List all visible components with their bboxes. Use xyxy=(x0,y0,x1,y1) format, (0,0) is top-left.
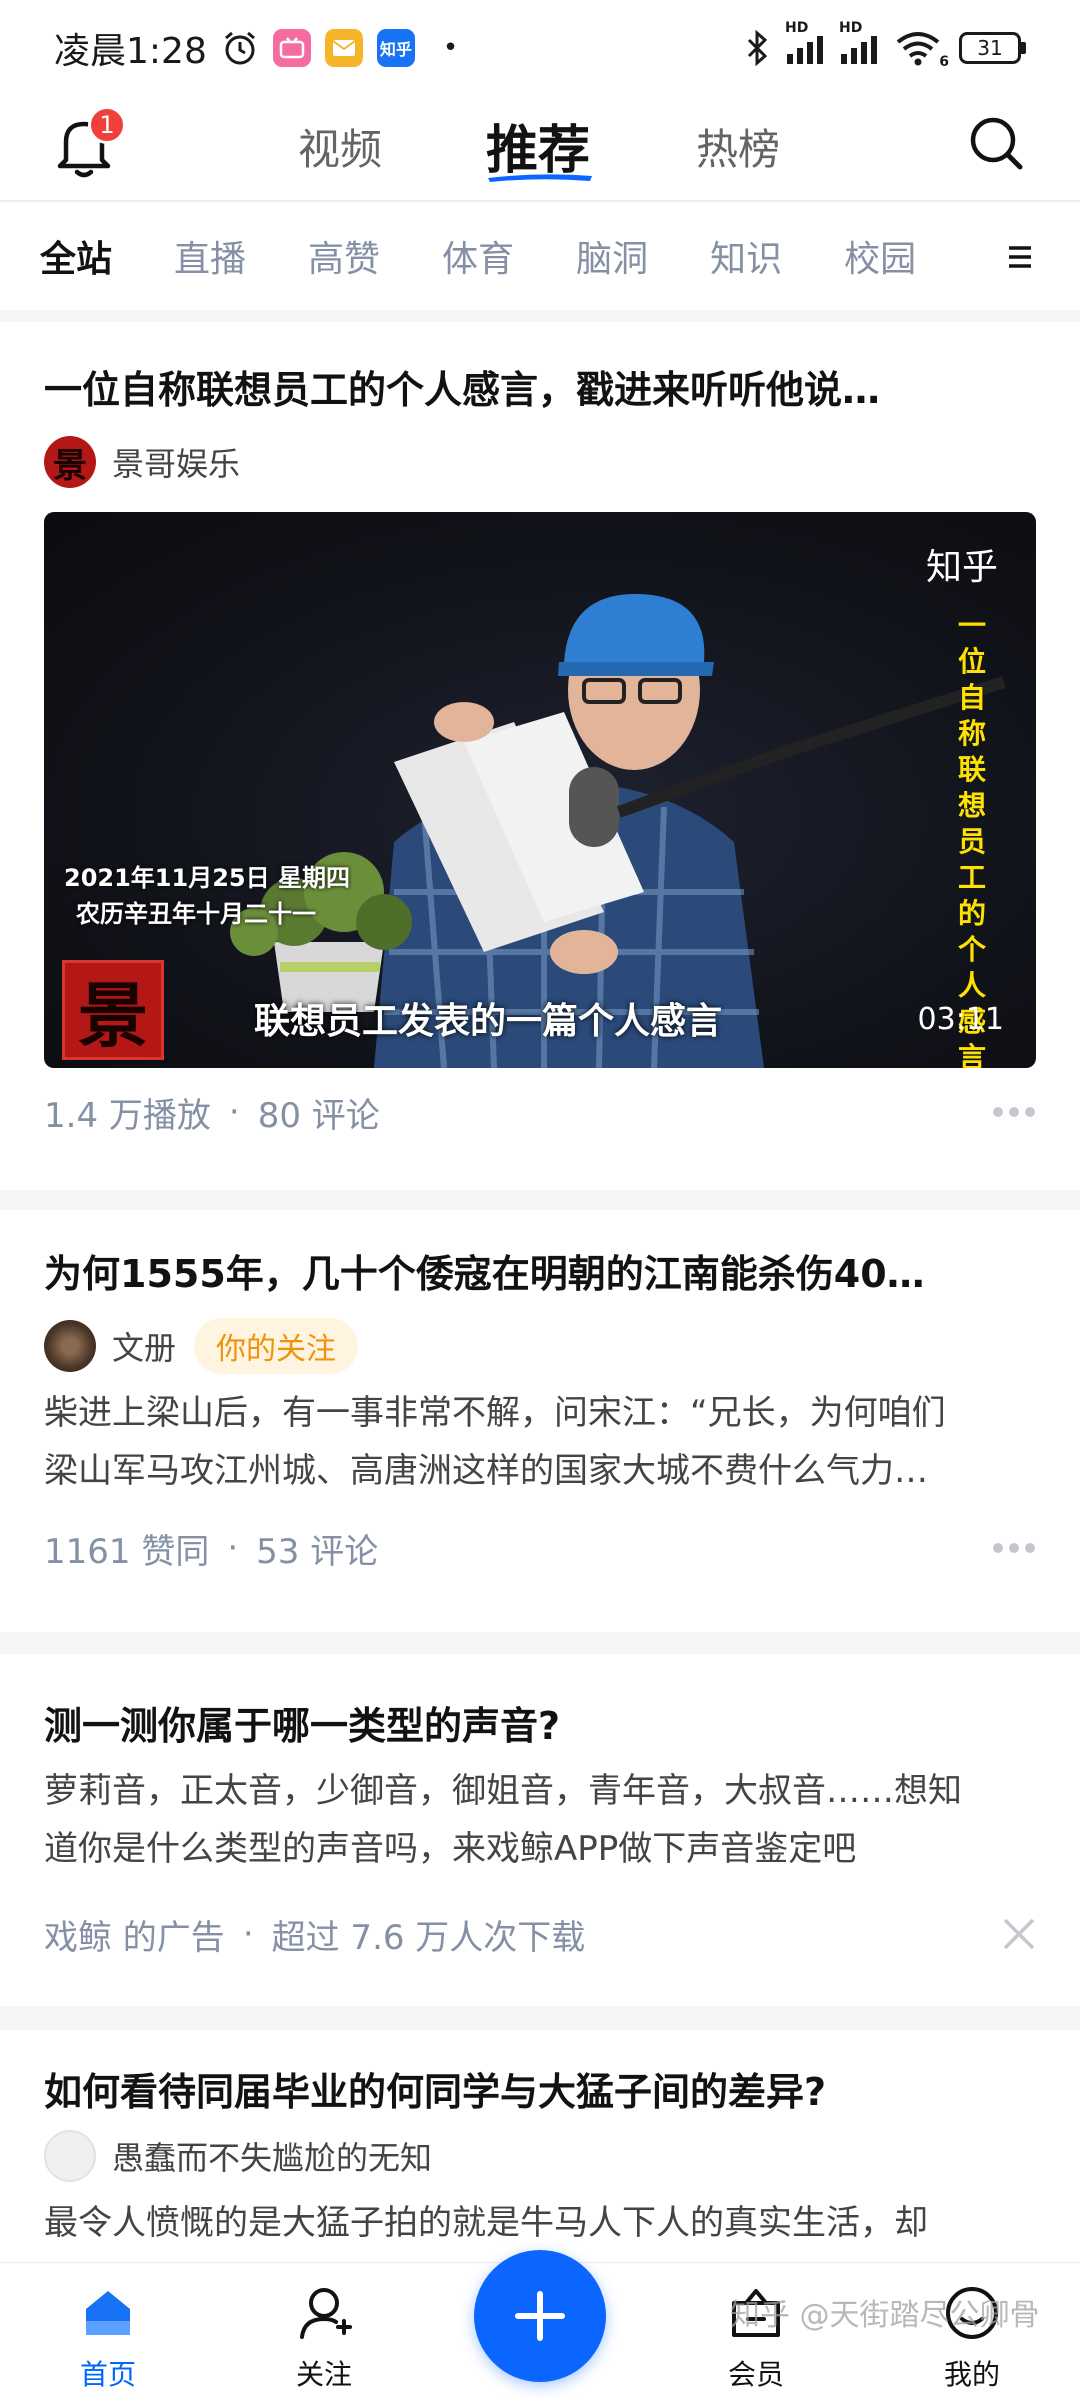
notification-badge: 1 xyxy=(88,106,126,144)
signal-icon-1: HD xyxy=(785,20,823,64)
status-bar: 凌晨1:28 知乎 • HD HD 6 31 xyxy=(0,0,1080,96)
category-tab-knowledge[interactable]: 知识 xyxy=(710,230,782,282)
following-person-icon xyxy=(300,2288,352,2339)
bilibili-icon xyxy=(272,29,311,67)
video-caption: 联想员工发表的一篇个人感言 xyxy=(254,1001,723,1042)
plus-icon xyxy=(515,2291,565,2341)
video-vertical-title: 一位自称联想员工的个人感言 xyxy=(957,609,986,1068)
video-thumbnail[interactable]: 知乎 一位自称联想员工的个人感言 2021年11月25日 星期四 农历辛丑年十月… xyxy=(44,512,1036,1068)
tab-video[interactable]: 视频 xyxy=(298,116,382,177)
card-meta: 1161 赞同 · 53 评论 xyxy=(44,1518,1036,1578)
feed-card-ad[interactable]: 测一测你属于哪一类型的声音? 萝莉音，正太音，少御音，御姐音，青年音，大叔音……… xyxy=(0,1654,1080,2006)
menu-icon xyxy=(1009,246,1031,268)
mail-app-icon xyxy=(324,29,363,67)
video-watermark: 知乎 xyxy=(925,547,998,588)
category-tab-campus[interactable]: 校园 xyxy=(844,230,916,282)
active-tab-underline xyxy=(488,174,592,182)
zhihu-home-screen: 凌晨1:28 知乎 • HD HD 6 31 1 视频 推荐 热榜 全站 直播 … xyxy=(0,0,1080,2400)
advertiser-label: 戏鲸 的广告 xyxy=(44,1917,225,1958)
like-count: 1161 赞同 xyxy=(44,1531,210,1572)
search-icon[interactable] xyxy=(966,112,1026,176)
ad-title[interactable]: 测一测你属于哪一类型的声音? xyxy=(44,1698,1036,1754)
wifi-icon: 6 xyxy=(895,30,949,70)
category-tab-all[interactable]: 全站 xyxy=(40,230,112,282)
card-title[interactable]: 为何1555年，几十个倭寇在明朝的江南能杀伤40… xyxy=(44,1246,1036,1302)
bottom-nav-following[interactable]: 关注 xyxy=(264,2281,384,2393)
more-options-icon[interactable] xyxy=(992,1542,1036,1554)
ad-description[interactable]: 萝莉音，正太音，少御音，御姐音，青年音，大叔音……想知 道你是什么类型的声音吗，… xyxy=(44,1762,1036,1878)
close-ad-icon[interactable] xyxy=(1002,1917,1036,1951)
video-date-overlay: 2021年11月25日 星期四 农历辛丑年十月二十一 xyxy=(64,864,350,928)
card-title[interactable]: 一位自称联想员工的个人感言，戳进来听听他说… xyxy=(44,362,1036,418)
card-author[interactable]: 景 景哥娱乐 xyxy=(44,434,1036,490)
zhihu-app-icon: 知乎 xyxy=(376,29,415,67)
ad-meta: 戏鲸 的广告 · 超过 7.6 万人次下载 xyxy=(44,1904,1036,1964)
card-excerpt[interactable]: 最令人愤慨的是大猛子拍的就是牛马人下人的真实生活，却 xyxy=(44,2194,1036,2252)
download-count: 超过 7.6 万人次下载 xyxy=(271,1917,586,1958)
card-excerpt[interactable]: 柴进上梁山后，有一事非常不解，问宋江：“兄长，为何咱们 梁山军马攻江州城、高唐洲… xyxy=(44,1384,1036,1500)
author-name[interactable]: 文册 xyxy=(112,1323,176,1369)
category-tab-live[interactable]: 直播 xyxy=(174,230,246,282)
card-author[interactable]: 愚蠢而不失尴尬的无知 xyxy=(44,2128,1036,2184)
battery-indicator: 31 xyxy=(959,32,1026,64)
view-count: 1.4 万播放 xyxy=(44,1095,211,1136)
video-duration: 03:11 xyxy=(917,1002,1004,1037)
image-watermark: 知乎 @天街踏尽公卿骨 xyxy=(730,2298,1040,2333)
signal-icon-2: HD xyxy=(839,20,877,64)
category-tabs: 全站 直播 高赞 体育 脑洞 知识 校园 xyxy=(0,200,1080,310)
bluetooth-icon xyxy=(747,30,768,66)
card-author[interactable]: 文册 你的关注 xyxy=(44,1318,1036,1374)
feed-card-article[interactable]: 为何1555年，几十个倭寇在明朝的江南能杀伤40… 文册 你的关注 柴进上梁山后… xyxy=(0,1210,1080,1632)
status-dot: • xyxy=(442,33,459,63)
category-tab-top-liked[interactable]: 高赞 xyxy=(308,230,380,282)
create-post-button[interactable] xyxy=(474,2250,606,2382)
category-tab-sports[interactable]: 体育 xyxy=(442,230,514,282)
feed-card-video[interactable]: 一位自称联想员工的个人感言，戳进来听听他说… 景 景哥娱乐 知乎 一位自称联想员… xyxy=(0,322,1080,1190)
card-meta: 1.4 万播放 · 80 评论 xyxy=(44,1082,1036,1142)
category-tab-brainstorm[interactable]: 脑洞 xyxy=(576,230,648,282)
author-name[interactable]: 景哥娱乐 xyxy=(112,439,240,485)
top-navigation: 1 视频 推荐 热榜 xyxy=(0,96,1080,200)
author-name[interactable]: 愚蠢而不失尴尬的无知 xyxy=(112,2133,432,2179)
tab-hot-list[interactable]: 热榜 xyxy=(696,116,780,177)
video-scene-illustration xyxy=(230,593,1006,1068)
feed-card-article[interactable]: 如何看待同届毕业的何同学与大猛子间的差异? 愚蠢而不失尴尬的无知 最令人愤慨的是… xyxy=(0,2030,1080,2270)
status-time: 凌晨1:28 xyxy=(54,31,207,72)
avatar[interactable]: 景 xyxy=(44,436,96,488)
following-badge: 你的关注 xyxy=(194,1318,359,1374)
comment-count[interactable]: 53 评论 xyxy=(256,1524,378,1573)
bottom-nav-home[interactable]: 首页 xyxy=(48,2281,168,2393)
category-menu-button[interactable] xyxy=(980,202,1060,310)
status-right-icons: HD HD 6 31 xyxy=(745,20,1026,70)
alarm-icon xyxy=(224,31,255,65)
home-icon xyxy=(86,2291,130,2335)
more-options-icon[interactable] xyxy=(992,1106,1036,1118)
avatar[interactable] xyxy=(44,2130,96,2182)
status-app-icons: 知乎 • xyxy=(221,29,458,67)
comment-count[interactable]: 80 评论 xyxy=(258,1088,380,1137)
avatar[interactable] xyxy=(44,1320,96,1372)
video-channel-logo: 景 xyxy=(62,960,164,1060)
card-title[interactable]: 如何看待同届毕业的何同学与大猛子间的差异? xyxy=(44,2064,1036,2120)
